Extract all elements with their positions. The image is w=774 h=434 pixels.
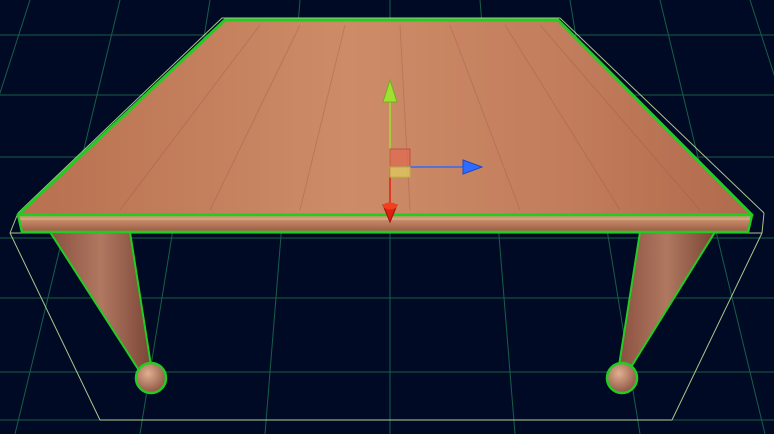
table-leg-right[interactable] — [605, 231, 717, 395]
z-axis-cone-base — [383, 202, 397, 210]
table-foot-right — [605, 361, 639, 395]
table-foot-left — [134, 361, 168, 395]
xy-plane-handle[interactable] — [389, 148, 411, 168]
table-leg-left[interactable] — [48, 231, 168, 395]
xz-plane-handle[interactable] — [389, 166, 411, 178]
table-top[interactable] — [16, 18, 754, 234]
scene-viewport[interactable] — [0, 0, 774, 434]
scene-canvas[interactable] — [0, 0, 774, 434]
table-top-edge — [16, 213, 754, 234]
